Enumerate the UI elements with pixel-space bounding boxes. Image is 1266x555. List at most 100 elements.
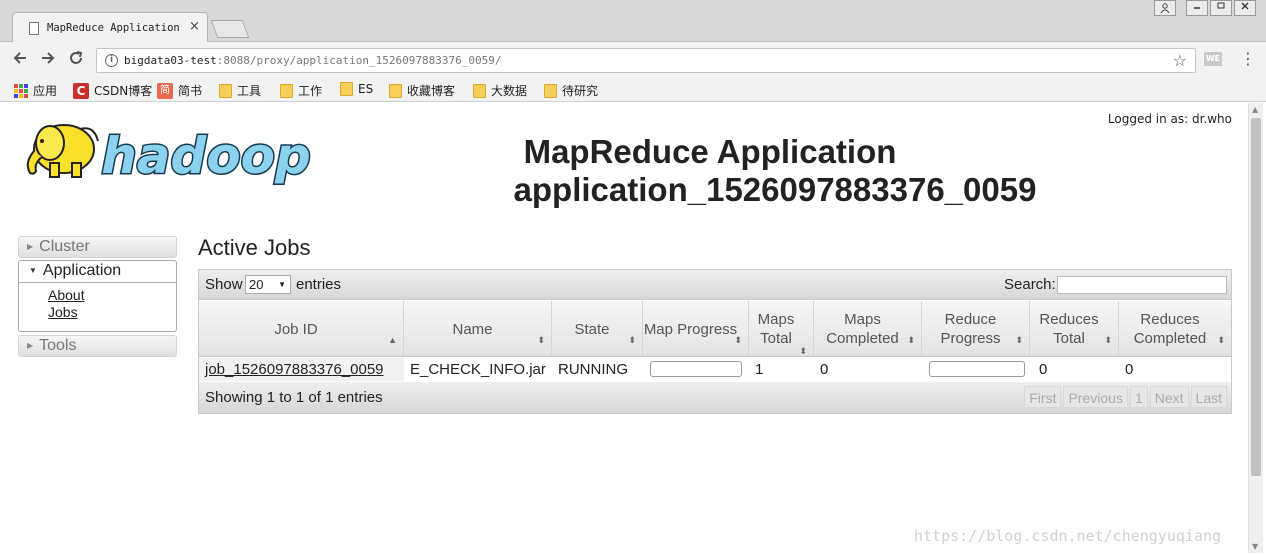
hadoop-logo: hadoop xyxy=(20,111,320,189)
browser-menu-icon[interactable]: ⋮ xyxy=(1240,50,1256,68)
jobs-table: Show 20 ▼ entries Search: Job ID ▲ Name ⬍ S… xyxy=(198,269,1232,414)
table-footer: Showing 1 to 1 of 1 entries First Previo… xyxy=(199,382,1231,413)
reduce-progress-bar xyxy=(929,361,1025,377)
search-label: Search: xyxy=(1004,276,1056,293)
nav-application: ▼ Application About Jobs xyxy=(18,260,177,332)
bookmark-apps[interactable]: 应用 xyxy=(14,82,57,99)
folder-icon xyxy=(280,83,293,98)
collapsed-arrow-icon: ▶ xyxy=(27,341,34,350)
expanded-arrow-icon: ▼ xyxy=(29,266,37,275)
window-close-icon[interactable] xyxy=(1234,0,1256,16)
scroll-up-icon[interactable]: ▲ xyxy=(1252,105,1258,114)
column-header-reduces-total[interactable]: Reduces Total ⬍ xyxy=(1030,301,1119,357)
back-arrow-icon[interactable] xyxy=(9,49,31,71)
column-header-state[interactable]: State ⬍ xyxy=(552,301,643,357)
forward-arrow-icon[interactable] xyxy=(37,49,59,71)
page-icon xyxy=(29,22,39,35)
bookmarks-bar: 应用 C CSDN博客 简 简书 工具 工作 ES 收藏博客 大数据 待研究 xyxy=(0,78,1266,102)
bookmark-big-data[interactable]: 大数据 xyxy=(473,82,527,99)
search-input[interactable] xyxy=(1057,276,1227,294)
bookmark-work[interactable]: 工作 xyxy=(280,82,322,99)
page-scrollbar[interactable]: ▲ ▼ xyxy=(1248,103,1263,553)
nav-link-about[interactable]: About xyxy=(48,287,176,304)
bookmark-label: ES xyxy=(358,82,374,96)
column-header-name[interactable]: Name ⬍ xyxy=(404,301,552,357)
address-bar[interactable]: i bigdata03-test:8088/proxy/application_… xyxy=(96,48,1196,73)
sort-asc-icon: ▲ xyxy=(388,335,397,345)
tab-close-icon[interactable]: × xyxy=(189,19,200,34)
page-content: Logged in as: dr.who hadoop MapReduce Ap… xyxy=(0,103,1248,553)
nav-tools[interactable]: ▶ Tools xyxy=(18,335,177,357)
job-state-cell: RUNNING xyxy=(558,361,628,378)
sort-icon: ⬍ xyxy=(734,335,742,345)
table-header: Job ID ▲ Name ⬍ State ⬍ Map Progress ⬍ Maps … xyxy=(199,301,1231,357)
pager-first-button[interactable]: First xyxy=(1024,386,1062,408)
job-id-link[interactable]: job_1526097883376_0059 xyxy=(205,361,384,378)
bookmark-es[interactable]: ES xyxy=(340,82,373,96)
collapsed-arrow-icon: ▶ xyxy=(27,242,34,251)
job-id-cell: job_1526097883376_0059 xyxy=(199,358,404,381)
show-label: Show xyxy=(205,276,243,293)
sort-icon: ⬍ xyxy=(907,335,915,345)
column-header-reduces-completed[interactable]: Reduces Completed ⬍ xyxy=(1119,301,1231,357)
bookmark-favorite-blogs[interactable]: 收藏博客 xyxy=(389,82,455,99)
bookmark-star-icon[interactable]: ☆ xyxy=(1173,51,1187,70)
bookmark-label: 大数据 xyxy=(491,84,528,98)
user-profile-icon[interactable] xyxy=(1154,0,1176,16)
bookmark-to-research[interactable]: 待研究 xyxy=(544,82,598,99)
extension-icon[interactable]: WE xyxy=(1204,52,1222,66)
pager-next-button[interactable]: Next xyxy=(1149,386,1189,408)
table-row: job_1526097883376_0059 E_CHECK_INFO.jar … xyxy=(199,358,1231,381)
new-tab-button[interactable] xyxy=(210,20,250,38)
reduces-completed-cell: 0 xyxy=(1125,361,1134,378)
scroll-down-icon[interactable]: ▼ xyxy=(1252,542,1258,551)
map-progress-bar xyxy=(650,361,742,377)
window-controls xyxy=(1154,0,1256,16)
restore-icon[interactable] xyxy=(1210,0,1232,16)
column-header-reduce-progress[interactable]: Reduce Progress ⬍ xyxy=(922,301,1030,357)
pagination: First Previous 1 Next Last xyxy=(1024,386,1227,408)
reduces-total-cell: 0 xyxy=(1039,361,1048,378)
bookmark-tools[interactable]: 工具 xyxy=(219,82,261,99)
column-header-maps-total[interactable]: Maps Total ⬍ xyxy=(749,301,814,357)
browser-toolbar: i bigdata03-test:8088/proxy/application_… xyxy=(0,42,1266,78)
bookmark-label: 工作 xyxy=(298,84,323,98)
csdn-icon: C xyxy=(73,82,89,99)
tab-title: MapReduce Application xyxy=(47,22,180,34)
browser-tab[interactable]: MapReduce Application × xyxy=(12,12,208,43)
bookmark-label: 待研究 xyxy=(562,84,599,98)
entries-label: entries xyxy=(296,276,342,293)
pager-last-button[interactable]: Last xyxy=(1190,386,1227,408)
site-info-icon[interactable]: i xyxy=(105,54,118,67)
page-subtitle: application_1526097883376_0059 xyxy=(513,171,1037,208)
watermark: https://blog.csdn.net/chengyuqiang xyxy=(914,527,1222,545)
nav-application-header[interactable]: ▼ Application xyxy=(19,261,176,283)
page-size-select[interactable]: 20 ▼ xyxy=(245,275,291,294)
reload-icon[interactable] xyxy=(65,49,87,71)
sort-icon: ⬍ xyxy=(799,346,807,356)
column-header-map-progress[interactable]: Map Progress ⬍ xyxy=(643,301,749,357)
sort-icon: ⬍ xyxy=(1015,335,1023,345)
sort-icon: ⬍ xyxy=(1104,335,1112,345)
pager-page-1-button[interactable]: 1 xyxy=(1129,386,1148,408)
sort-icon: ⬍ xyxy=(537,335,545,345)
folder-icon xyxy=(544,83,557,98)
job-name-cell: E_CHECK_INFO.jar xyxy=(410,361,546,378)
folder-icon xyxy=(389,83,402,98)
scroll-thumb[interactable] xyxy=(1251,118,1261,476)
column-header-maps-completed[interactable]: Maps Completed ⬍ xyxy=(814,301,922,357)
minimize-icon[interactable] xyxy=(1186,0,1208,16)
dropdown-arrow-icon: ▼ xyxy=(278,280,286,289)
pager-previous-button[interactable]: Previous xyxy=(1063,386,1128,408)
folder-icon xyxy=(473,83,486,98)
sort-icon: ⬍ xyxy=(628,335,636,345)
folder-icon xyxy=(219,83,232,98)
jianshu-icon: 简 xyxy=(157,82,173,99)
nav-cluster[interactable]: ▶ Cluster xyxy=(18,236,177,258)
folder-icon xyxy=(340,82,353,96)
column-header-job-id[interactable]: Job ID ▲ xyxy=(199,301,404,357)
bookmark-jianshu[interactable]: 简 简书 xyxy=(157,82,202,99)
table-info: Showing 1 to 1 of 1 entries xyxy=(205,389,383,406)
nav-link-jobs[interactable]: Jobs xyxy=(48,304,176,321)
bookmark-csdn[interactable]: C CSDN博客 xyxy=(73,82,152,99)
